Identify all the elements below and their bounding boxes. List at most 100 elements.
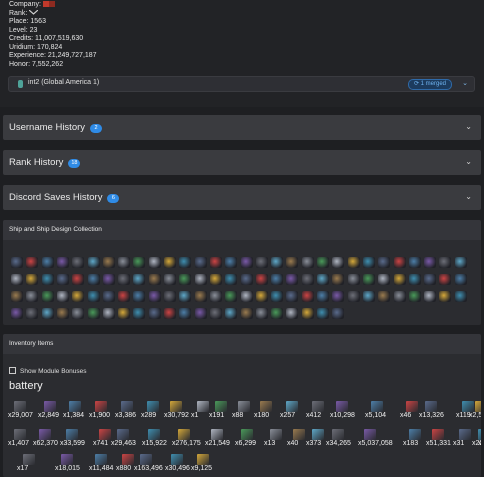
ship-icon[interactable] (424, 291, 437, 302)
ship-icon[interactable] (11, 274, 23, 285)
ship-icon[interactable] (362, 257, 375, 268)
ship-icon[interactable] (454, 291, 467, 302)
ship-icon[interactable] (286, 308, 299, 319)
ship-icon[interactable] (56, 308, 69, 319)
ship-icon[interactable] (72, 308, 85, 319)
ship-icon[interactable] (271, 257, 284, 268)
ship-icon[interactable] (118, 257, 131, 268)
ship-icon[interactable] (286, 291, 299, 302)
ship-icon[interactable] (87, 274, 100, 285)
ship-icon[interactable] (225, 308, 238, 319)
ship-icon[interactable] (301, 291, 314, 302)
ship-icon[interactable] (133, 308, 146, 319)
ship-icon[interactable] (301, 257, 314, 268)
ship-icon[interactable] (148, 308, 161, 319)
ship-icon[interactable] (378, 274, 391, 285)
ship-icon[interactable] (148, 291, 161, 302)
ship-icon[interactable] (225, 274, 238, 285)
ship-icon[interactable] (11, 308, 23, 319)
ship-icon[interactable] (317, 291, 329, 302)
ship-icon[interactable] (41, 308, 54, 319)
ship-icon[interactable] (87, 257, 100, 268)
ship-icon[interactable] (454, 274, 467, 285)
ship-icon[interactable] (408, 291, 421, 302)
ship-icon[interactable] (194, 274, 207, 285)
checkbox[interactable] (9, 367, 16, 374)
ship-icon[interactable] (332, 274, 345, 285)
ship-icon[interactable] (332, 308, 345, 319)
ship-icon[interactable] (102, 291, 115, 302)
ship-icon[interactable] (255, 257, 268, 268)
ship-icon[interactable] (194, 257, 207, 268)
ship-icon[interactable] (240, 308, 253, 319)
ship-icon[interactable] (255, 291, 268, 302)
ship-icon[interactable] (424, 274, 437, 285)
ship-icon[interactable] (164, 274, 176, 285)
ship-icon[interactable] (148, 274, 161, 285)
ship-icon[interactable] (209, 291, 222, 302)
ship-icon[interactable] (179, 308, 192, 319)
server-selector[interactable]: int2 (Global America 1) ⟳ 1 merged ⌄ (8, 76, 475, 92)
ship-icon[interactable] (393, 274, 406, 285)
ship-icon[interactable] (26, 257, 39, 268)
module-bonuses-toggle[interactable]: Show Module Bonuses (9, 367, 87, 375)
ship-icon[interactable] (393, 291, 406, 302)
ship-icon[interactable] (225, 291, 238, 302)
ship-icon[interactable] (408, 274, 421, 285)
ship-icon[interactable] (209, 257, 222, 268)
ship-icon[interactable] (378, 257, 391, 268)
ship-icon[interactable] (332, 257, 345, 268)
ship-icon[interactable] (378, 291, 391, 302)
ship-icon[interactable] (209, 308, 222, 319)
ship-icon[interactable] (72, 291, 85, 302)
ship-icon[interactable] (286, 274, 299, 285)
ship-icon[interactable] (194, 308, 207, 319)
ship-icon[interactable] (347, 291, 360, 302)
ship-icon[interactable] (240, 257, 253, 268)
ship-icon[interactable] (393, 257, 406, 268)
ship-icon[interactable] (317, 308, 329, 319)
ship-icon[interactable] (362, 291, 375, 302)
ship-icon[interactable] (240, 291, 253, 302)
ship-icon[interactable] (26, 291, 39, 302)
ship-icon[interactable] (11, 291, 23, 302)
accordion-rank-history[interactable]: Rank History 18 ⌄ (3, 150, 481, 175)
ship-icon[interactable] (102, 257, 115, 268)
ship-icon[interactable] (164, 291, 176, 302)
ship-icon[interactable] (347, 257, 360, 268)
ship-icon[interactable] (194, 291, 207, 302)
ship-icon[interactable] (240, 274, 253, 285)
ship-icon[interactable] (87, 308, 100, 319)
accordion-discord-saves-history[interactable]: Discord Saves History 6 ⌄ (3, 185, 481, 210)
ship-icon[interactable] (439, 291, 452, 302)
ship-icon[interactable] (271, 274, 284, 285)
accordion-username-history[interactable]: Username History 2 ⌄ (3, 115, 481, 140)
ship-icon[interactable] (362, 274, 375, 285)
ship-icon[interactable] (56, 257, 69, 268)
ship-icon[interactable] (255, 308, 268, 319)
ship-icon[interactable] (164, 257, 176, 268)
ship-icon[interactable] (271, 291, 284, 302)
ship-icon[interactable] (317, 274, 329, 285)
ship-icon[interactable] (317, 257, 329, 268)
ship-icon[interactable] (332, 291, 345, 302)
ship-icon[interactable] (301, 308, 314, 319)
ship-icon[interactable] (56, 291, 69, 302)
ship-icon[interactable] (439, 274, 452, 285)
ship-icon[interactable] (271, 308, 284, 319)
ship-icon[interactable] (72, 274, 85, 285)
ship-icon[interactable] (439, 257, 452, 268)
ship-icon[interactable] (133, 274, 146, 285)
ship-icon[interactable] (347, 274, 360, 285)
ship-icon[interactable] (102, 274, 115, 285)
ship-icon[interactable] (424, 257, 437, 268)
ship-icon[interactable] (26, 308, 39, 319)
ship-icon[interactable] (41, 274, 54, 285)
ship-icon[interactable] (133, 291, 146, 302)
ship-icon[interactable] (56, 274, 69, 285)
ship-icon[interactable] (164, 308, 176, 319)
ship-icon[interactable] (179, 291, 192, 302)
ship-icon[interactable] (41, 257, 54, 268)
ship-icon[interactable] (255, 274, 268, 285)
ship-icon[interactable] (118, 308, 131, 319)
